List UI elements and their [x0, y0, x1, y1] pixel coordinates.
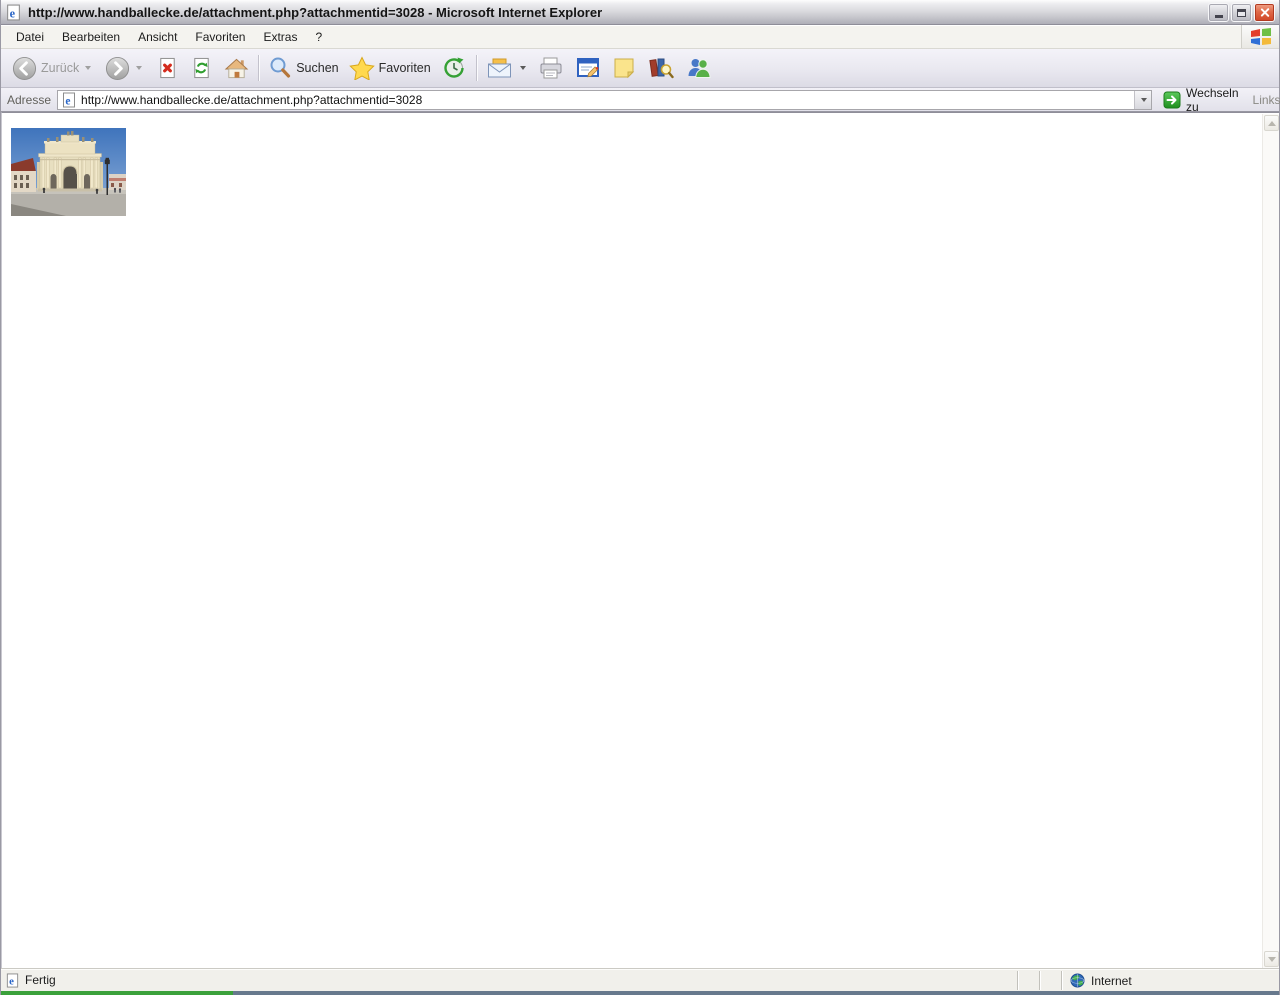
favorites-button[interactable]: Favoriten [346, 54, 434, 82]
toolbar-separator [475, 55, 477, 81]
go-button[interactable]: Wechseln zu [1159, 85, 1242, 115]
standard-toolbar: Zurück Suchen Favoriten [1, 49, 1279, 88]
internet-globe-icon [1070, 973, 1085, 988]
favorites-label: Favoriten [378, 61, 431, 75]
refresh-icon [190, 56, 213, 80]
menu-datei[interactable]: Datei [7, 26, 53, 48]
back-dropdown-icon[interactable] [85, 66, 92, 70]
scroll-up-button[interactable] [1264, 115, 1279, 131]
forward-dropdown-icon[interactable] [136, 66, 143, 70]
back-icon [12, 56, 37, 81]
status-page-icon: e [5, 972, 20, 988]
search-icon [268, 56, 292, 80]
menu-extras[interactable]: Extras [254, 26, 306, 48]
windows-logo-icon [1241, 25, 1279, 48]
mail-icon [486, 57, 514, 79]
status-bar: e Fertig Internet [1, 968, 1279, 991]
zone-label: Internet [1091, 973, 1132, 988]
toolbar-separator [258, 55, 260, 81]
url-page-icon: e [61, 92, 77, 108]
links-toolbar-label[interactable]: Links [1253, 93, 1280, 107]
address-label: Adresse [7, 92, 52, 107]
window-controls [1208, 3, 1275, 22]
mail-button[interactable] [483, 55, 529, 81]
history-button[interactable] [438, 53, 470, 83]
close-button[interactable] [1254, 3, 1275, 22]
ie-document-icon: e [5, 4, 22, 21]
favorites-star-icon [348, 56, 375, 80]
chevron-down-icon [1141, 97, 1148, 102]
address-input[interactable] [77, 92, 1135, 107]
back-button[interactable]: Zurück [9, 54, 94, 83]
title-bar: e http://www.handballecke.de/attachment.… [1, 0, 1279, 25]
menu-bar: Datei Bearbeiten Ansicht Favoriten Extra… [1, 25, 1279, 49]
start-button-edge [1, 991, 233, 995]
refresh-button[interactable] [187, 54, 216, 82]
edit-icon [576, 56, 600, 80]
address-field: e [57, 89, 1153, 110]
attachment-image [11, 128, 126, 216]
edit-button[interactable] [573, 54, 603, 82]
browser-window: e http://www.handballecke.de/attachment.… [0, 0, 1280, 995]
status-pane-empty [1017, 971, 1039, 990]
ie-letter: e [9, 975, 14, 987]
print-button[interactable] [535, 54, 567, 82]
scroll-down-button[interactable] [1264, 951, 1279, 967]
search-label: Suchen [296, 61, 339, 75]
back-label: Zurück [41, 61, 80, 75]
restore-button[interactable] [1231, 3, 1252, 22]
home-icon [224, 56, 249, 80]
vertical-scrollbar[interactable] [1262, 114, 1279, 968]
go-label: Wechseln zu [1186, 85, 1239, 114]
stop-button[interactable] [153, 54, 182, 82]
research-button[interactable] [645, 54, 677, 82]
status-text: Fertig [25, 973, 56, 987]
minimize-icon [1214, 15, 1223, 18]
restore-icon [1237, 8, 1246, 17]
forward-icon [105, 56, 130, 81]
ie-letter: e [10, 6, 16, 20]
discuss-note-button[interactable] [609, 54, 639, 82]
scroll-down-icon [1267, 956, 1276, 962]
scroll-up-icon [1267, 120, 1276, 126]
books-search-icon [648, 56, 674, 80]
security-zone-pane: Internet [1061, 971, 1279, 990]
menu-hilfe[interactable]: ? [306, 26, 331, 48]
ie-letter: e [65, 95, 70, 107]
home-button[interactable] [221, 54, 252, 82]
menu-favoriten[interactable]: Favoriten [186, 26, 254, 48]
taskbar-edge [1, 991, 1279, 995]
forward-button[interactable] [102, 54, 145, 83]
mail-dropdown-icon[interactable] [519, 66, 526, 70]
page-content [1, 112, 1279, 968]
minimize-button[interactable] [1208, 3, 1229, 22]
menu-ansicht[interactable]: Ansicht [129, 26, 186, 48]
status-panes: Internet [1017, 971, 1279, 990]
messenger-button[interactable] [683, 54, 715, 82]
address-dropdown-button[interactable] [1134, 90, 1152, 109]
messenger-icon [686, 56, 712, 80]
print-icon [538, 56, 564, 80]
history-icon [441, 55, 467, 81]
search-button[interactable]: Suchen [265, 54, 341, 82]
go-arrow-icon [1163, 91, 1181, 109]
menu-bearbeiten[interactable]: Bearbeiten [53, 26, 129, 48]
address-bar: Adresse e Wechseln zu [1, 85, 1280, 115]
close-icon [1259, 7, 1270, 18]
status-pane-empty [1039, 971, 1061, 990]
note-icon [612, 56, 636, 80]
stop-icon [156, 56, 179, 80]
window-title: http://www.handballecke.de/attachment.ph… [28, 4, 603, 20]
